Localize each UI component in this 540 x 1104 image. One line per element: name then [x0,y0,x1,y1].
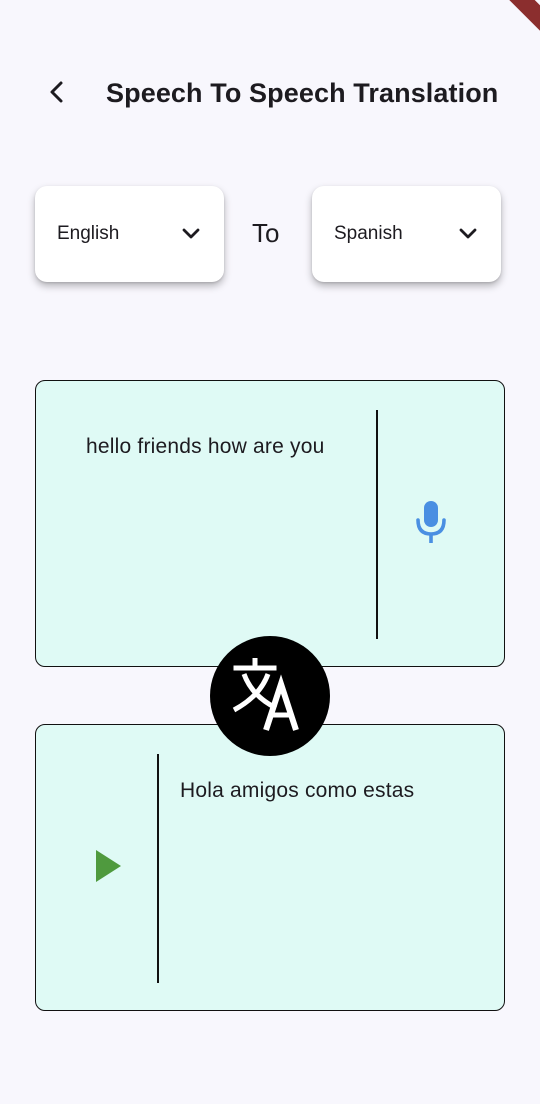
divider [157,754,159,983]
app-bar: Speech To Speech Translation [0,60,540,130]
translate-button[interactable] [210,636,330,756]
input-text: hello friends how are you [86,435,325,458]
source-language-label: English [57,223,120,244]
output-text: Hola amigos como estas [180,779,415,802]
chevron-down-icon [180,223,202,245]
language-selector-row: English To Spanish [0,186,540,282]
back-button[interactable] [36,74,76,114]
to-label: To [252,218,280,248]
play-button[interactable] [86,843,130,893]
translate-icon [228,652,312,741]
output-card: Hola amigos como estas [35,724,505,1011]
chevron-down-icon [457,223,479,245]
source-language-dropdown[interactable]: English [35,186,224,282]
screen: Speech To Speech Translation English To … [0,0,540,1104]
divider [376,410,378,639]
mic-icon [414,499,448,550]
target-language-label: Spanish [334,223,403,244]
debug-banner [479,0,540,49]
input-card: hello friends how are you [35,380,505,667]
play-icon [93,849,123,888]
arrow-back-icon [46,80,66,109]
page-title: Speech To Speech Translation [106,78,499,108]
target-language-dropdown[interactable]: Spanish [312,186,501,282]
mic-button[interactable] [406,499,456,549]
